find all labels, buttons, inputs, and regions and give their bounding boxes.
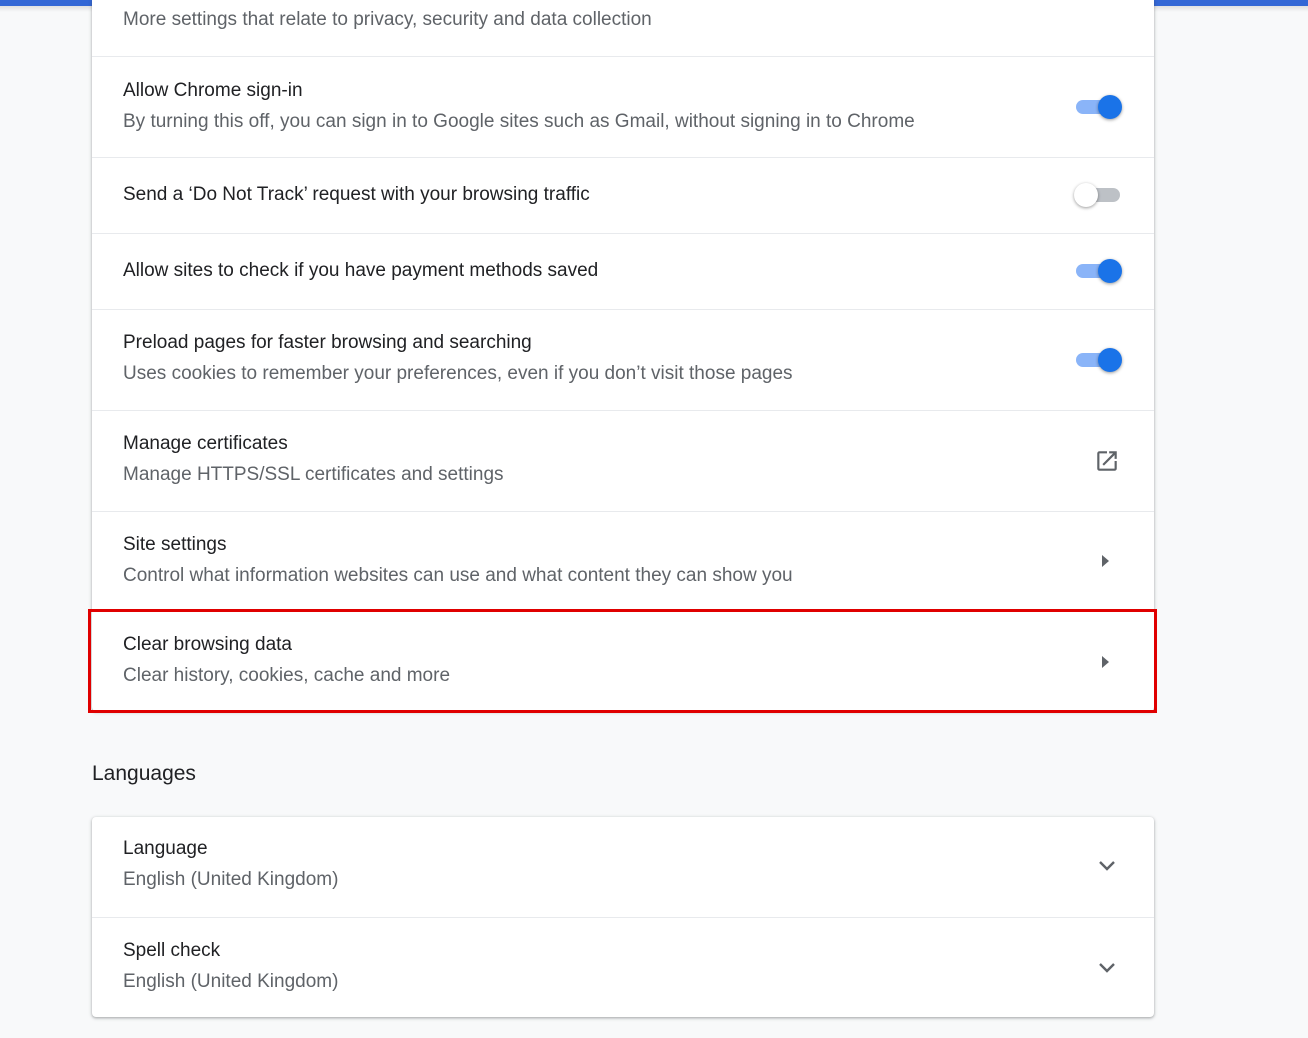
manage-certificates-row[interactable]: Manage certificates Manage HTTPS/SSL cer… [92, 410, 1154, 511]
payment-methods-title: Allow sites to check if you have payment… [123, 260, 599, 281]
privacy-settings-card: More settings that relate to privacy, se… [92, 0, 1154, 711]
allow-chrome-signin-row[interactable]: Allow Chrome sign-in By turning this off… [92, 56, 1154, 157]
languages-section-title: Languages [92, 762, 196, 785]
payment-methods-toggle[interactable] [1074, 257, 1124, 285]
arrow-right-icon[interactable] [1102, 656, 1109, 668]
site-settings-row[interactable]: Site settings Control what information w… [92, 511, 1154, 611]
languages-card: Language English (United Kingdom) Spell … [92, 817, 1154, 1017]
spell-check-title: Spell check [123, 940, 221, 961]
toggle-knob [1098, 259, 1122, 283]
toggle-knob [1074, 183, 1098, 207]
language-value: English (United Kingdom) [123, 869, 339, 890]
payment-methods-row[interactable]: Allow sites to check if you have payment… [92, 233, 1154, 309]
spell-check-row[interactable]: Spell check English (United Kingdom) [92, 917, 1154, 1017]
language-row[interactable]: Language English (United Kingdom) [92, 817, 1154, 917]
chevron-down-icon[interactable] [1098, 962, 1116, 974]
preload-pages-row[interactable]: Preload pages for faster browsing and se… [92, 309, 1154, 410]
do-not-track-title: Send a ‘Do Not Track’ request with your … [123, 184, 590, 205]
do-not-track-row[interactable]: Send a ‘Do Not Track’ request with your … [92, 157, 1154, 233]
manage-certificates-title: Manage certificates [123, 433, 288, 454]
chevron-down-icon[interactable] [1098, 860, 1116, 872]
clear-browsing-data-row[interactable]: Clear browsing data Clear history, cooki… [92, 611, 1154, 711]
language-title: Language [123, 838, 208, 859]
toggle-knob [1098, 95, 1122, 119]
site-settings-title: Site settings [123, 534, 227, 555]
clear-browsing-data-title: Clear browsing data [123, 634, 292, 655]
preload-pages-description: Uses cookies to remember your preference… [123, 363, 793, 384]
spell-check-value: English (United Kingdom) [123, 971, 339, 992]
clear-browsing-data-description: Clear history, cookies, cache and more [123, 665, 451, 686]
manage-certificates-description: Manage HTTPS/SSL certificates and settin… [123, 464, 504, 485]
allow-chrome-signin-title: Allow Chrome sign-in [123, 80, 303, 101]
preload-pages-toggle[interactable] [1074, 346, 1124, 374]
arrow-right-icon[interactable] [1102, 555, 1109, 567]
do-not-track-toggle[interactable] [1074, 181, 1124, 209]
more-settings-description: More settings that relate to privacy, se… [123, 9, 652, 30]
allow-chrome-signin-toggle[interactable] [1074, 93, 1124, 121]
external-link-icon[interactable] [1094, 448, 1120, 474]
more-settings-row[interactable]: More settings that relate to privacy, se… [92, 0, 1154, 56]
preload-pages-title: Preload pages for faster browsing and se… [123, 332, 532, 353]
allow-chrome-signin-description: By turning this off, you can sign in to … [123, 111, 915, 132]
site-settings-description: Control what information websites can us… [123, 565, 793, 586]
toggle-knob [1098, 348, 1122, 372]
